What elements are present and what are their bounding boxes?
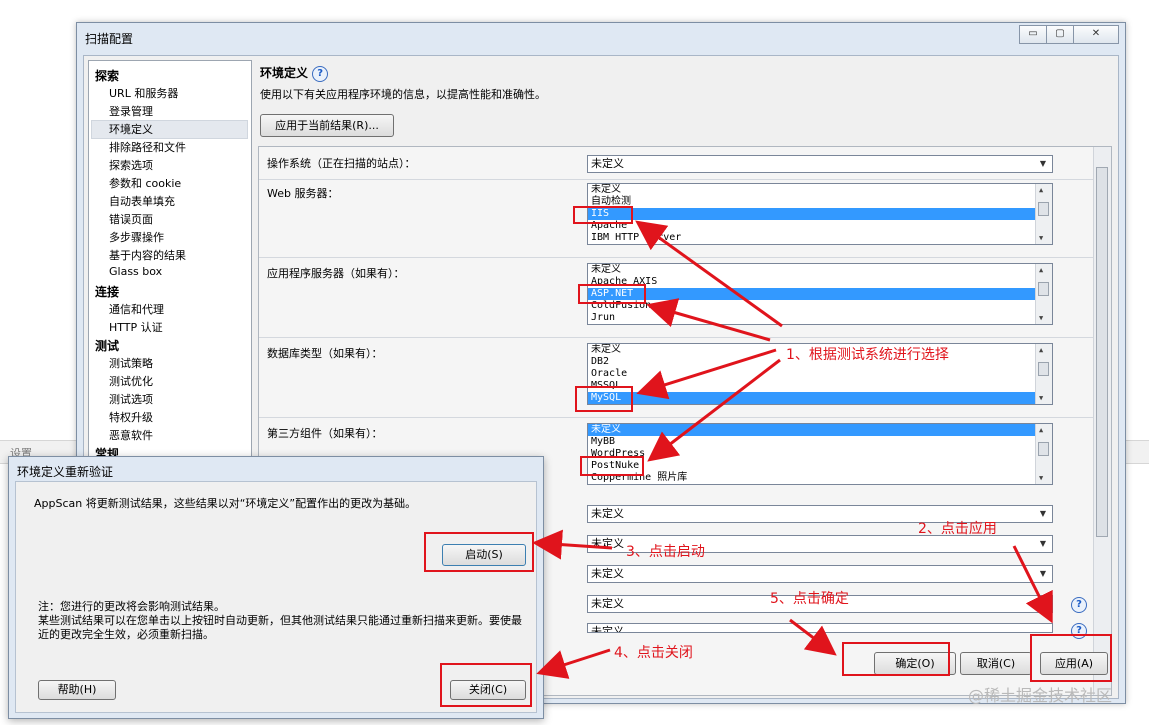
arrow-to-close — [536, 648, 611, 679]
annotation-arrows — [532, 220, 1053, 679]
annotation-step1: 1、根据测试系统进行选择 — [786, 347, 949, 363]
arrow-to-ok — [789, 618, 837, 656]
annotation-step2: 2、点击应用 — [918, 521, 997, 537]
arrow-to-start — [532, 529, 613, 560]
arrow-to-iis — [635, 220, 783, 328]
arrow-to-postnuke — [647, 358, 781, 462]
annotation-step5: 5、点击确定 — [770, 591, 849, 607]
arrow-to-apply — [1012, 545, 1053, 624]
annotation-step3: 3、点击启动 — [626, 544, 705, 560]
arrow-to-aspnet — [646, 298, 771, 342]
watermark: @稀土掘金技术社区 — [968, 686, 1113, 705]
annotation-step4: 4、点击关闭 — [614, 645, 693, 661]
arrow-to-mysql — [636, 348, 777, 400]
